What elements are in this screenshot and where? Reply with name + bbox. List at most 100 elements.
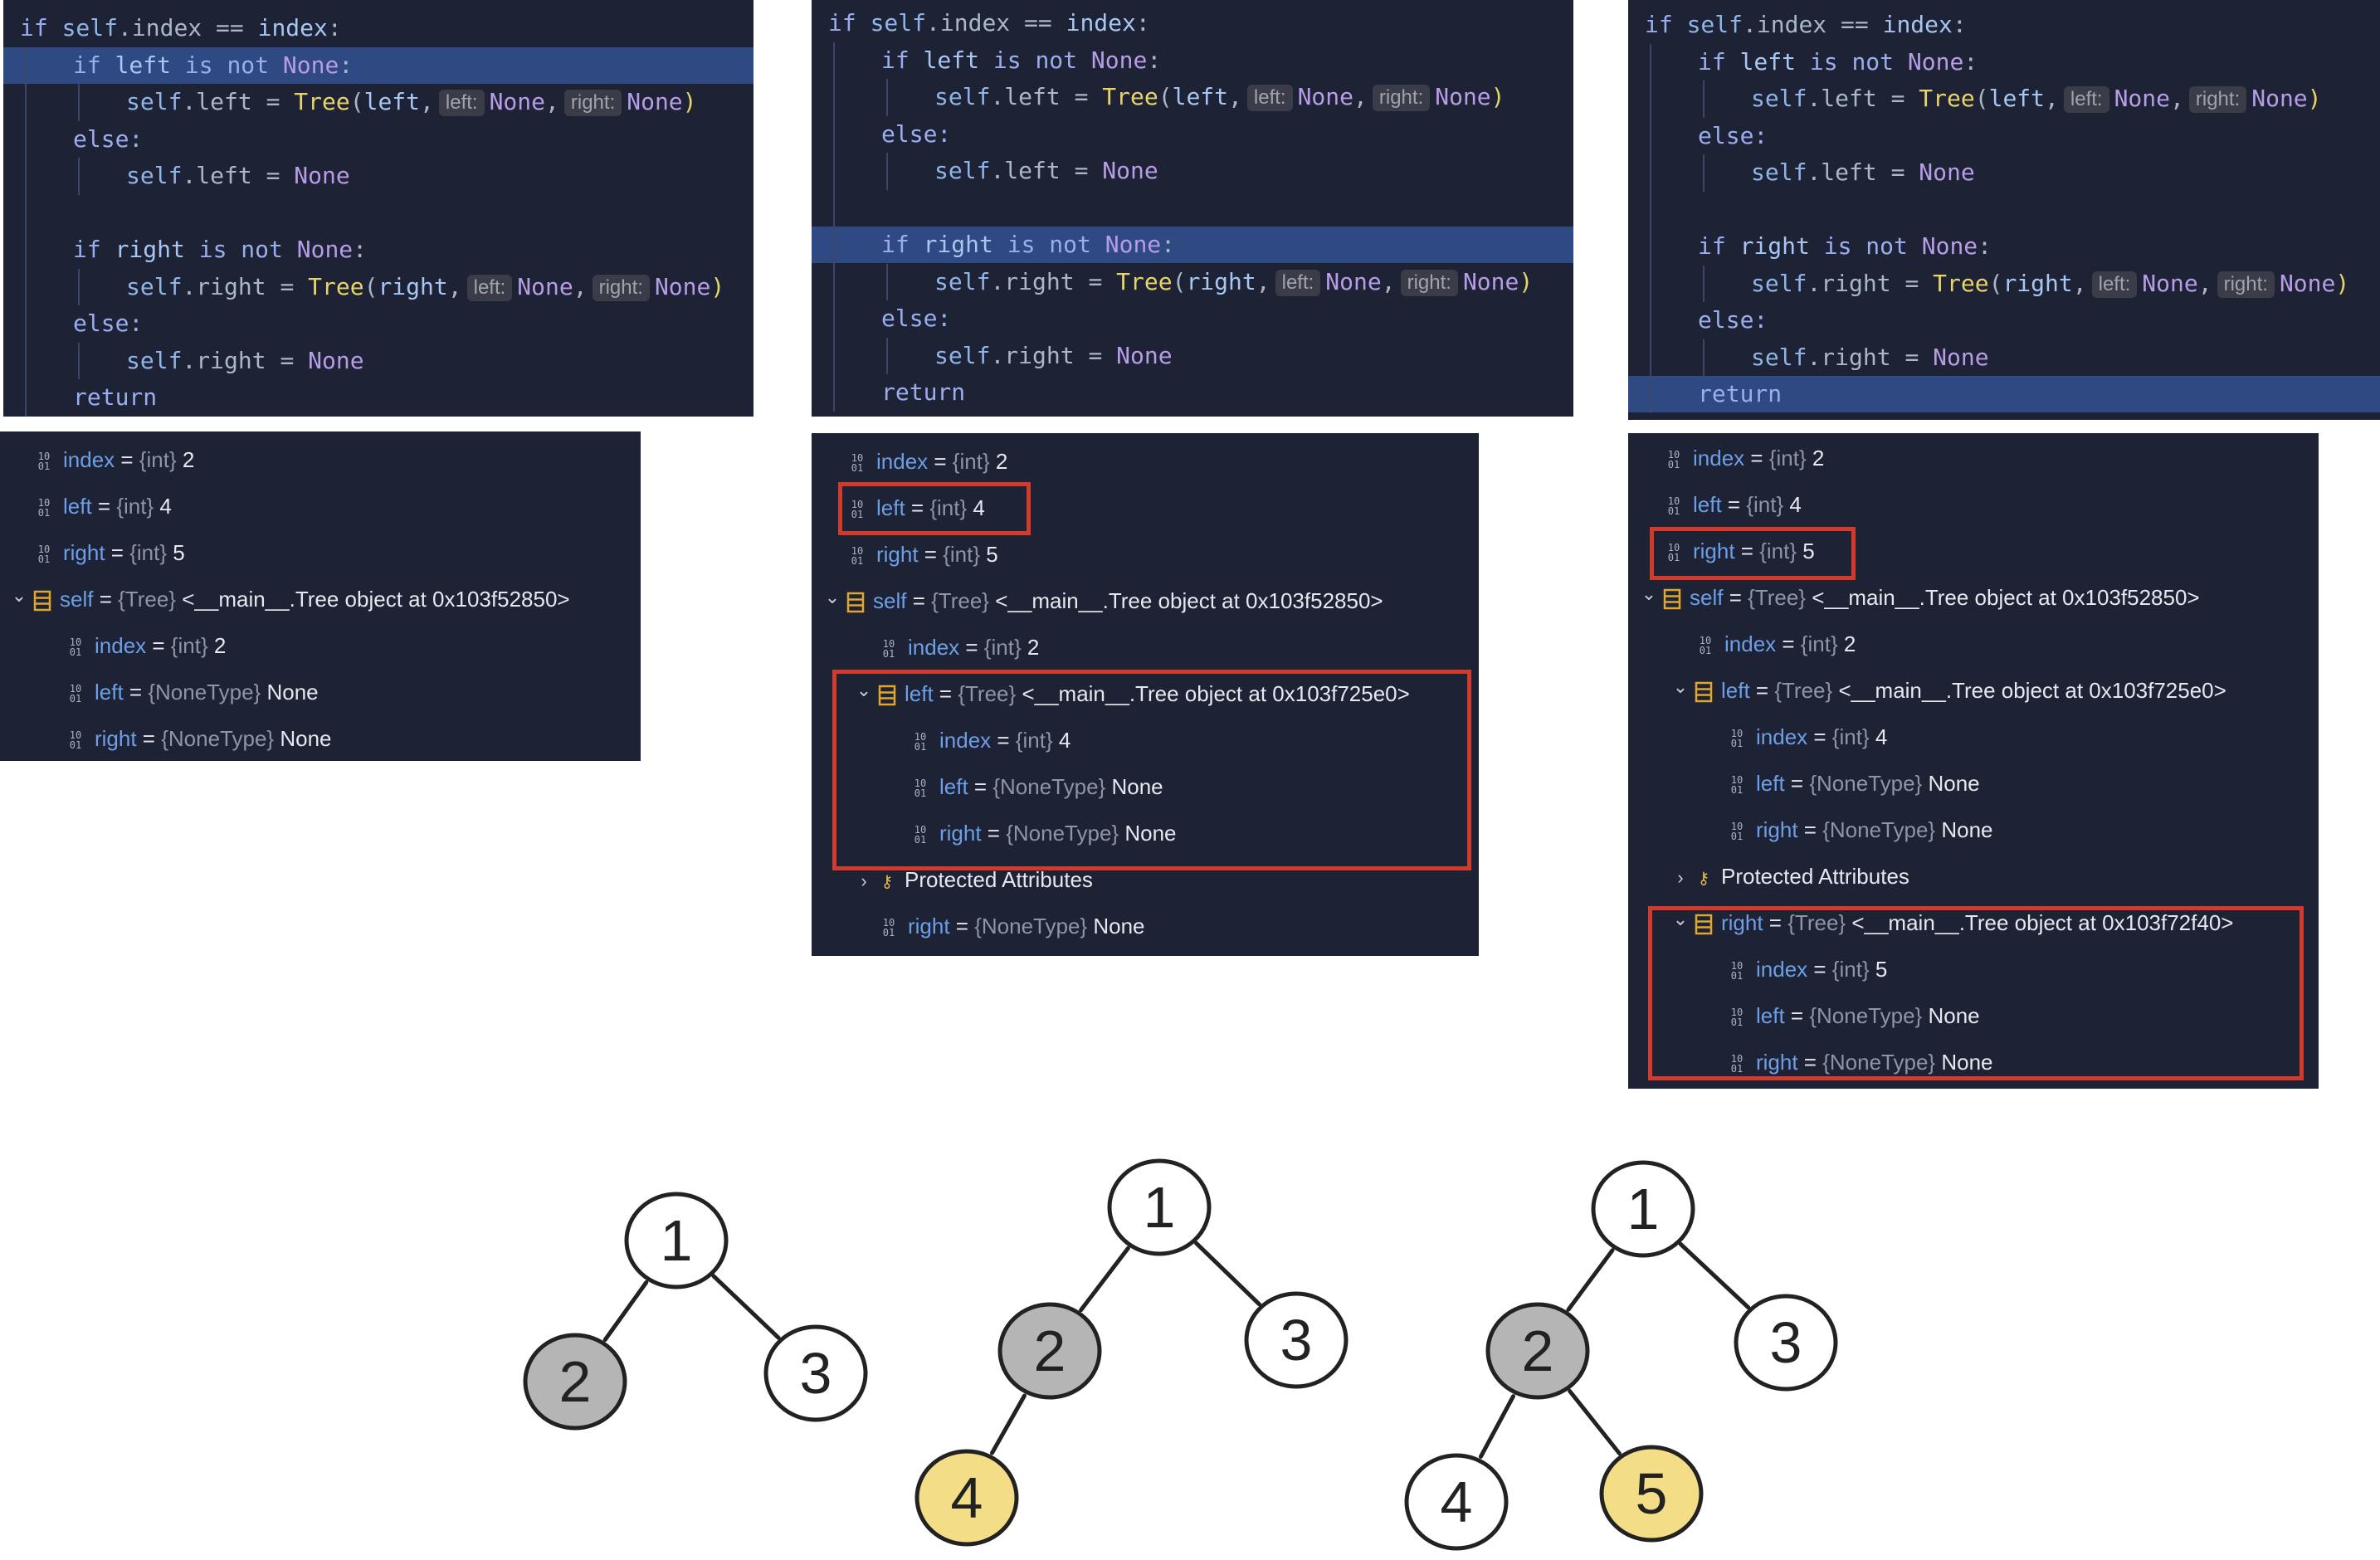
tree-edge	[989, 1393, 1027, 1455]
code-token: ,	[2197, 269, 2212, 297]
code-line[interactable]	[1628, 192, 2380, 228]
variable-row[interactable]: 10 01 index = {int} 2	[1663, 435, 1825, 481]
code-line[interactable]	[812, 190, 1573, 227]
code-token: ,	[1353, 83, 1368, 110]
code-line[interactable]: self.right = Tree(right, left: None, right:…	[812, 264, 1573, 300]
code-line[interactable]: self.right = Tree(right, left: None, right:…	[3, 269, 754, 305]
variable-row[interactable]: 10 01 index = {int} 4	[1726, 714, 1888, 760]
variable-value: 2	[1027, 635, 1040, 660]
code-keyword: else:	[73, 124, 144, 153]
code-line[interactable]: if self.index == index:	[3, 10, 754, 46]
indent-guide	[1703, 80, 1705, 118]
code-token: (	[1988, 269, 2003, 297]
code-keyword: else:	[881, 119, 952, 148]
variable-value: None	[280, 726, 332, 751]
code-line[interactable]: self.left = Tree(left, left: None, right: No…	[812, 79, 1573, 115]
code-line[interactable]: if left is not None:	[3, 46, 754, 84]
variable-row[interactable]: ⌄ self = {Tree} <__main__.Tree object at …	[1638, 574, 2200, 621]
binary-icon: 10 01	[1730, 821, 1744, 843]
variable-name: index	[95, 633, 147, 658]
code-line[interactable]: if left is not None:	[812, 42, 1573, 79]
code-token: Tree	[1102, 83, 1158, 110]
variable-row[interactable]: 10 01 right = {int} 5	[33, 529, 185, 576]
tree-node-label: 1	[661, 1208, 693, 1273]
code-line[interactable]: self.right = None	[3, 343, 754, 379]
code-line[interactable]: return	[3, 379, 754, 416]
variable-type: {int}	[116, 494, 154, 519]
code-line[interactable]: return	[812, 374, 1573, 411]
inlay-hint-right: right:	[1372, 85, 1431, 111]
variable-name: right	[908, 914, 950, 938]
tree-node-label: 4	[951, 1465, 983, 1530]
code-line[interactable]: if right is not None:	[1628, 228, 2380, 265]
variable-row[interactable]: 10 01 index = {int} 2	[65, 622, 227, 669]
variable-value: <__main__.Tree object at 0x103f725e0>	[1838, 678, 2226, 703]
binary-icon: 10 01	[1730, 774, 1744, 797]
variable-row[interactable]: ⌄ left = {Tree} <__main__.Tree object at …	[1670, 667, 2226, 714]
code-line[interactable]	[3, 195, 754, 232]
code-line[interactable]: if self.index == index:	[1628, 7, 2380, 43]
variable-row[interactable]: 10 01 index = {int} 2	[1695, 621, 1856, 667]
code-line[interactable]: self.left = None	[812, 153, 1573, 189]
variable-row[interactable]: 10 01 right = {NoneType} None	[65, 715, 332, 761]
code-line[interactable]: else:	[812, 300, 1573, 337]
code-line[interactable]: if right is not None:	[812, 227, 1573, 263]
tree-node-label: 2	[1522, 1319, 1554, 1383]
highlight-box	[1648, 906, 2304, 1080]
tree-node-label: 2	[559, 1349, 592, 1414]
code-line[interactable]: if right is not None:	[3, 232, 754, 268]
code-line[interactable]: self.left = None	[1628, 154, 2380, 191]
variable-value: 4	[159, 494, 172, 519]
chevron-right-icon[interactable]: ›	[1670, 855, 1691, 901]
code-line[interactable]: else:	[3, 305, 754, 342]
chevron-down-icon[interactable]: ⌄	[1670, 664, 1691, 710]
code-line[interactable]: if left is not None:	[1628, 44, 2380, 80]
variable-row[interactable]: 10 01 right = {int} 5	[846, 531, 998, 578]
code-line[interactable]: else:	[1628, 302, 2380, 339]
chevron-down-icon[interactable]: ⌄	[8, 573, 30, 619]
variable-name: self	[1690, 585, 1724, 610]
equals-sign: =	[1749, 678, 1775, 703]
variable-row[interactable]: 10 01 left = {int} 4	[1663, 481, 1802, 528]
code-line[interactable]: self.left = Tree(left, left: None, right: No…	[3, 84, 754, 120]
tree-node	[914, 1449, 1019, 1547]
variable-row[interactable]: 10 01 left = {int} 4	[33, 483, 172, 529]
code-line[interactable]: self.right = None	[1628, 339, 2380, 376]
variable-row[interactable]: ⌄ self = {Tree} <__main__.Tree object at …	[822, 578, 1383, 624]
code-line[interactable]: self.left = None	[3, 158, 754, 194]
code-line[interactable]: else:	[812, 116, 1573, 153]
variable-row[interactable]: 10 01 index = {int} 2	[846, 438, 1008, 485]
code-line[interactable]: return	[1628, 376, 2380, 412]
variable-type: {int}	[983, 635, 1022, 660]
variable-row[interactable]: 10 01 right = {NoneType} None	[1726, 807, 1993, 853]
chevron-down-icon[interactable]: ⌄	[822, 574, 843, 621]
code-token: is not	[992, 231, 1105, 258]
variable-row[interactable]: 10 01 left = {NoneType} None	[1726, 760, 1980, 807]
code-token: )	[682, 88, 697, 115]
equals-sign: =	[115, 447, 139, 472]
debugger-variables-panel-1: 10 01 index = {int} 2 10 01 left = {int} 4 10 0…	[0, 431, 641, 761]
variable-row[interactable]: 10 01 right = {NoneType} None	[878, 903, 1145, 949]
code-line[interactable]: else:	[3, 121, 754, 158]
binary-icon: 10 01	[37, 497, 51, 519]
variable-value: None	[1093, 914, 1145, 938]
variable-name: index	[908, 635, 960, 660]
variable-row[interactable]: 10 01 left = {NoneType} None	[65, 669, 319, 715]
code-token: ,	[573, 272, 588, 300]
variable-row[interactable]: › ⚷ Protected Attributes	[1670, 853, 1909, 899]
variable-row[interactable]: ⌄ self = {Tree} <__main__.Tree object at …	[8, 576, 570, 622]
code-line[interactable]: self.right = Tree(right, left: None, right:…	[1628, 266, 2380, 302]
code-line[interactable]: self.left = Tree(left, left: None, right: No…	[1628, 80, 2380, 117]
code-line[interactable]: else:	[1628, 118, 2380, 154]
variable-type: {int}	[129, 540, 168, 565]
tree-node-label: 1	[1144, 1175, 1176, 1240]
variable-row[interactable]: 10 01 index = {int} 2	[878, 624, 1040, 670]
code-token: )	[2335, 269, 2350, 297]
code-keyword: return	[73, 383, 158, 411]
code-keyword: return	[881, 378, 966, 406]
code-line[interactable]: self.right = None	[812, 338, 1573, 374]
code-token: left	[1172, 83, 1229, 110]
highlight-box	[1650, 527, 1856, 580]
code-line[interactable]: if self.index == index:	[812, 5, 1573, 41]
variable-row[interactable]: 10 01 index = {int} 2	[33, 436, 195, 483]
